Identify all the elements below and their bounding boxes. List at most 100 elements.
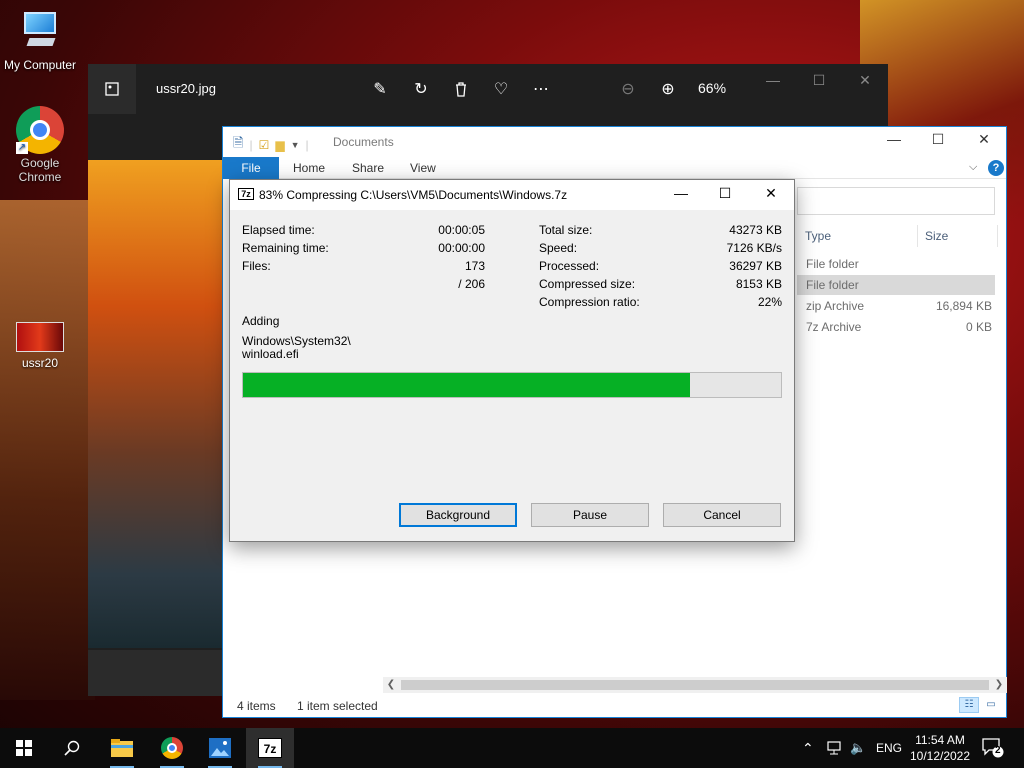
desktop-icon-ussr20[interactable]: ussr20 [0,322,80,370]
files-total-value: / 206 [458,277,485,291]
close-button[interactable]: ✕ [969,131,999,153]
desktop-icon-label: My Computer [3,58,77,72]
elapsed-time-label: Elapsed time: [242,223,315,237]
tab-share[interactable]: Share [352,161,384,175]
minimize-button[interactable]: — [666,185,696,205]
show-hidden-icons-button[interactable]: ⌃ [802,728,814,768]
shortcut-arrow-icon: ↗ [16,142,28,154]
desktop-icon-label: ussr20 [21,356,59,370]
speed-value: 7126 KB/s [726,241,782,255]
search-input[interactable] [797,187,995,215]
compression-ratio-label: Compression ratio: [539,295,640,309]
network-icon[interactable] [826,728,842,768]
desktop-icon-my-computer[interactable]: My Computer [0,8,80,72]
mouse-cursor [996,297,1002,313]
explorer-title: Documents [333,135,394,149]
tab-view[interactable]: View [410,161,436,175]
file-size: 0 KB [965,320,992,334]
7zip-icon: 7z [258,738,282,758]
pause-button[interactable]: Pause [531,503,649,527]
maximize-button[interactable]: ☐ [804,72,834,92]
7zip-icon: 7z [238,188,254,200]
edit-icon[interactable]: ✎ [368,77,392,101]
clock-date: 10/12/2022 [909,749,971,763]
progress-fill [243,373,690,397]
remaining-time-label: Remaining time: [242,241,329,255]
desktop-icon-label: Google Chrome [18,156,62,184]
remaining-time-value: 00:00:00 [438,241,485,255]
column-header-size[interactable]: Size [925,229,948,243]
photos-titlebar: ussr20.jpg ✎ ↻ ♡ ⋯ ⊖ ⊕ 66% — ☐ ✕ [88,64,888,114]
properties-icon[interactable]: 🗎 [233,134,243,156]
chrome-icon: ↗ [16,106,64,154]
scroll-right-icon[interactable]: ❯ [991,677,1007,693]
dropdown-icon[interactable]: ▼ [291,140,300,150]
desktop-icon-google-chrome[interactable]: ↗ Google Chrome [0,106,80,184]
taskbar-7zip[interactable]: 7z [246,728,294,768]
current-file-name: winload.efi [242,347,299,361]
taskbar: 7z ⌃ 🔈 ENG 11:54 AM 10/12/2022 2 [0,728,1024,768]
zoom-out-icon[interactable]: ⊖ [616,77,640,101]
file-row[interactable]: File folder [797,254,995,274]
maximize-button[interactable]: ☐ [923,131,953,153]
dialog-title: 83% Compressing C:\Users\VM5\Documents\W… [259,188,568,202]
file-type: 7z Archive [806,320,862,334]
file-type: File folder [806,257,859,271]
close-button[interactable]: ✕ [850,72,880,92]
column-divider[interactable] [997,225,998,247]
windows-logo-icon [16,740,32,756]
column-divider[interactable] [917,225,918,247]
favorite-icon[interactable]: ♡ [489,77,513,101]
column-header-type[interactable]: Type [805,229,831,243]
compression-progress-bar [242,372,782,398]
maximize-button[interactable]: ☐ [710,185,740,205]
new-folder-icon[interactable]: ▆ [275,138,284,152]
search-button[interactable] [48,728,96,768]
close-button[interactable]: ✕ [756,185,786,205]
minimize-button[interactable]: — [758,72,788,92]
minimize-button[interactable]: — [879,131,909,153]
tab-home[interactable]: Home [293,161,325,175]
scroll-left-icon[interactable]: ❮ [383,677,399,693]
zoom-in-icon[interactable]: ⊕ [656,77,680,101]
total-size-label: Total size: [539,223,593,237]
rotate-icon[interactable]: ↻ [409,77,433,101]
zoom-level[interactable]: 66% [698,80,726,96]
compressed-size-label: Compressed size: [539,277,636,291]
speed-label: Speed: [539,241,578,255]
tab-file[interactable]: File [223,157,279,179]
system-clock[interactable]: 11:54 AM 10/12/2022 [904,732,976,764]
photos-app-icon[interactable] [88,64,136,114]
image-thumbnail-icon [16,322,64,352]
dialog-titlebar: 7z 83% Compressing C:\Users\VM5\Document… [230,180,794,210]
file-row[interactable]: zip Archive 16,894 KB [797,296,995,316]
horizontal-scrollbar[interactable]: ❮ ❯ [383,677,1007,693]
chevron-up-icon: ⌃ [802,739,814,756]
checkmark-icon[interactable]: ☑ [259,138,270,152]
large-icons-view-icon[interactable]: ▭ [981,697,1001,713]
details-view-icon[interactable]: ☷ [959,697,979,713]
cancel-button[interactable]: Cancel [663,503,781,527]
help-icon[interactable]: ? [988,160,1004,176]
file-row[interactable]: File folder [797,275,995,295]
wallpaper-accent [0,200,95,700]
background-button[interactable]: Background [399,503,517,527]
taskbar-chrome[interactable] [148,728,196,768]
chevron-down-icon[interactable]: ⌵ [969,161,977,174]
scrollbar-thumb[interactable] [401,680,989,690]
delete-icon[interactable] [449,77,473,101]
file-row[interactable]: 7z Archive 0 KB [797,317,995,337]
taskbar-photos[interactable] [196,728,244,768]
operation-label: Adding [242,314,280,328]
action-center-button[interactable]: 2 [982,738,1006,758]
files-value: 173 [464,259,485,273]
photos-icon [209,738,231,758]
file-type: zip Archive [806,299,865,313]
more-icon[interactable]: ⋯ [529,77,553,101]
current-file-path: Windows\System32\ [242,334,351,348]
status-item-count: 4 items [237,699,276,713]
taskbar-file-explorer[interactable] [98,728,146,768]
volume-icon[interactable]: 🔈 [850,728,866,768]
start-button[interactable] [0,728,48,768]
input-language[interactable]: ENG [876,728,902,768]
